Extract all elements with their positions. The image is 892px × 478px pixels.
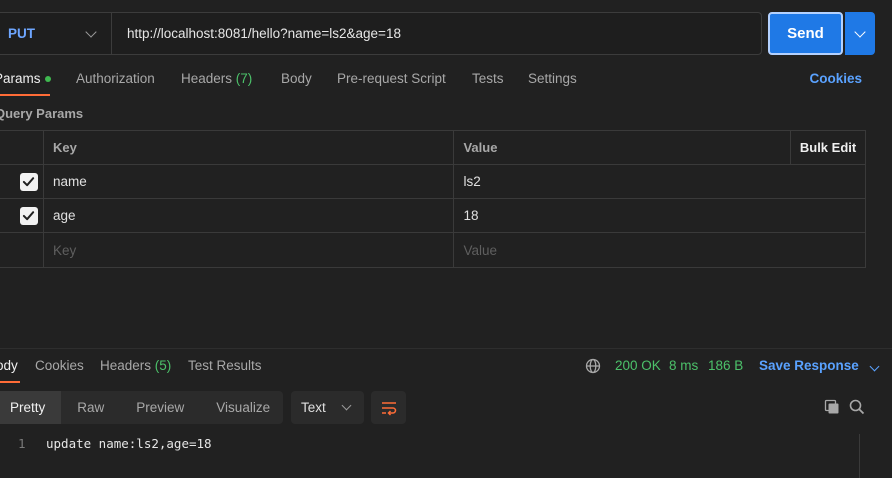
checkmark-icon <box>23 177 35 187</box>
cookies-link[interactable]: Cookies <box>809 71 862 86</box>
bulk-edit-button[interactable]: Bulk Edit <box>790 131 865 164</box>
row-checkbox[interactable] <box>19 172 38 191</box>
format-type-label: Text <box>301 400 326 415</box>
table-row-empty: Key Value <box>0 233 865 267</box>
save-response-label: Save Response <box>759 358 859 373</box>
request-tabs: Params Authorization Headers (7) Body Pr… <box>0 64 892 96</box>
tab-params[interactable]: Params <box>0 71 51 86</box>
response-tabs: Body Cookies Headers (5) Test Results 20… <box>0 350 892 384</box>
response-time[interactable]: 8 ms <box>669 358 698 373</box>
response-headers-count: (5) <box>154 358 172 373</box>
search-icon[interactable] <box>849 399 865 418</box>
response-divider <box>0 348 892 349</box>
method-label: PUT <box>8 26 35 41</box>
params-table: Key Value Bulk Edit name ls2 age 18 Key … <box>0 130 866 268</box>
format-raw-button[interactable]: Raw <box>61 391 120 424</box>
tab-test-results[interactable]: Test Results <box>188 358 262 373</box>
tab-prerequest-script[interactable]: Pre-request Script <box>337 71 446 86</box>
method-select[interactable]: PUT <box>0 13 112 54</box>
tab-response-headers[interactable]: Headers (5) <box>100 358 171 373</box>
wrap-lines-icon[interactable] <box>371 391 406 424</box>
param-key-cell[interactable]: age <box>44 199 455 232</box>
table-header-row: Key Value Bulk Edit <box>0 131 865 165</box>
query-params-title: Query Params <box>0 106 84 121</box>
tab-headers-label: Headers <box>181 71 233 86</box>
tab-settings[interactable]: Settings <box>528 71 577 86</box>
column-header-key: Key <box>44 131 455 164</box>
status-code[interactable]: 200 OK <box>615 358 661 373</box>
tab-params-label: Params <box>0 71 41 86</box>
table-row: name ls2 <box>0 165 865 199</box>
tab-tests[interactable]: Tests <box>472 71 504 86</box>
tab-response-body[interactable]: Body <box>0 358 18 373</box>
format-pretty-button[interactable]: Pretty <box>0 391 62 424</box>
param-key-cell[interactable]: name <box>44 165 455 198</box>
line-number: 1 <box>18 436 26 451</box>
param-value-cell[interactable]: ls2 <box>454 165 865 198</box>
url-input[interactable]: http://localhost:8081/hello?name=ls2&age… <box>112 26 401 41</box>
tab-body[interactable]: Body <box>281 71 312 86</box>
save-response-button[interactable]: Save Response <box>759 358 880 373</box>
copy-icon[interactable] <box>824 399 840 418</box>
row-checkbox[interactable] <box>19 206 38 225</box>
format-type-select[interactable]: Text <box>291 391 364 424</box>
active-tab-indicator <box>0 94 50 96</box>
headers-count: (7) <box>235 71 253 86</box>
format-toggle-group: Pretty Raw Preview Visualize <box>0 391 283 424</box>
active-response-tab-indicator <box>0 381 20 383</box>
chevron-down-icon <box>854 25 866 38</box>
row-check-cell <box>0 199 44 232</box>
response-size[interactable]: 186 B <box>708 358 743 373</box>
tab-response-headers-label: Headers <box>100 358 152 373</box>
checkmark-icon <box>23 211 35 221</box>
table-row: age 18 <box>0 199 865 233</box>
chevron-down-icon <box>341 400 352 411</box>
format-visualize-button[interactable]: Visualize <box>200 391 286 424</box>
tab-authorization[interactable]: Authorization <box>76 71 155 86</box>
tab-response-cookies[interactable]: Cookies <box>35 358 84 373</box>
send-button[interactable]: Send <box>768 12 843 55</box>
new-key-input[interactable]: Key <box>44 233 455 267</box>
chevron-down-icon <box>85 25 97 38</box>
active-dot-icon <box>44 76 51 83</box>
row-check-cell <box>0 165 44 198</box>
chevron-down-icon <box>869 361 880 372</box>
send-options-button[interactable] <box>845 12 875 55</box>
globe-icon[interactable] <box>585 358 601 377</box>
format-preview-button[interactable]: Preview <box>120 391 200 424</box>
url-bar: PUT http://localhost:8081/hello?name=ls2… <box>0 12 762 55</box>
editor-scrollbar[interactable] <box>859 434 892 478</box>
row-check-cell <box>0 233 44 267</box>
new-value-input[interactable]: Value <box>454 233 865 267</box>
header-check-cell <box>0 131 44 164</box>
code-line: update name:ls2,age=18 <box>46 436 212 451</box>
param-value-cell[interactable]: 18 <box>454 199 865 232</box>
tab-headers[interactable]: Headers (7) <box>181 71 252 86</box>
column-header-value: Value <box>463 140 498 155</box>
